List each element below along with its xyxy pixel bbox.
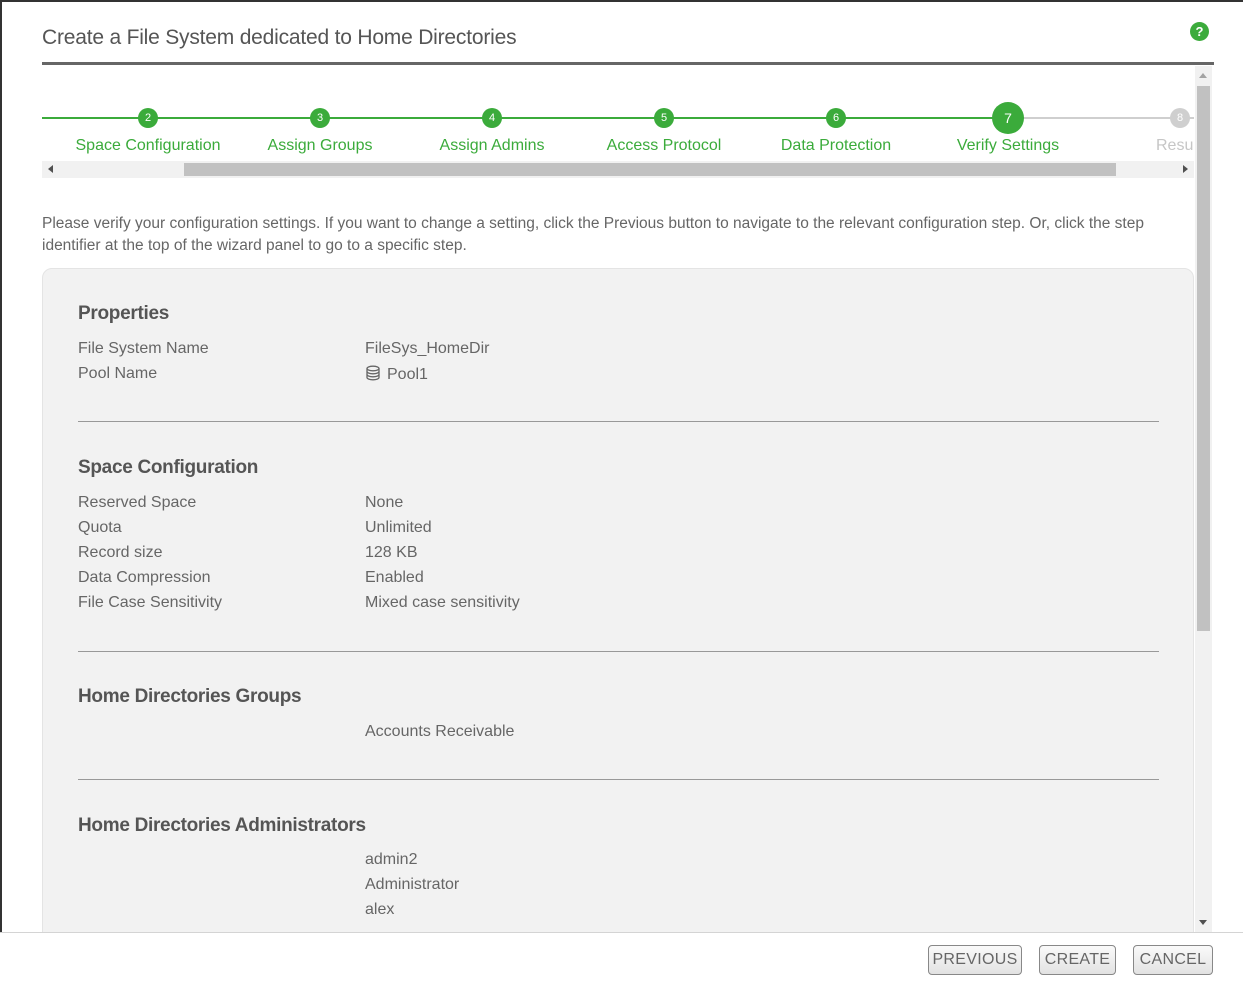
stepper-horizontal-scrollbar[interactable] bbox=[42, 161, 1194, 178]
pool-name-value: Pool1 bbox=[365, 365, 428, 384]
space-configuration-heading: Space Configuration bbox=[78, 457, 259, 478]
scroll-down-arrow-icon[interactable] bbox=[1199, 920, 1207, 925]
step-3-label[interactable]: Assign Groups bbox=[268, 137, 373, 155]
file-system-name-value: FileSys_HomeDir bbox=[365, 340, 490, 357]
step-2-label[interactable]: Space Configuration bbox=[76, 137, 221, 155]
administrator-item: Administrator bbox=[365, 876, 460, 893]
home-directories-groups-heading: Home Directories Groups bbox=[78, 686, 302, 707]
home-directories-administrators-heading: Home Directories Administrators bbox=[78, 815, 366, 836]
record-size-value: 128 KB bbox=[365, 544, 418, 561]
data-compression-label: Data Compression bbox=[78, 569, 211, 586]
step-7-marker[interactable]: 7 bbox=[992, 102, 1024, 134]
wizard-title: Create a File System dedicated to Home D… bbox=[42, 26, 517, 49]
database-icon bbox=[365, 365, 381, 381]
reserved-space-value: None bbox=[365, 494, 404, 511]
create-button[interactable]: CREATE bbox=[1039, 945, 1116, 975]
step-progress-line bbox=[42, 117, 1000, 119]
step-remaining-line bbox=[1008, 117, 1194, 119]
previous-button[interactable]: PREVIOUS bbox=[928, 945, 1022, 975]
summary-panel bbox=[42, 268, 1194, 968]
cancel-button[interactable]: CANCEL bbox=[1133, 945, 1213, 975]
pool-name-label: Pool Name bbox=[78, 365, 158, 382]
quota-label: Quota bbox=[78, 519, 122, 536]
scroll-left-arrow-icon[interactable] bbox=[48, 165, 53, 173]
quota-value: Unlimited bbox=[365, 519, 432, 536]
step-7-label[interactable]: Verify Settings bbox=[957, 137, 1059, 155]
section-divider bbox=[78, 779, 1159, 780]
vertical-scroll-thumb[interactable] bbox=[1197, 86, 1210, 631]
step-4-marker[interactable]: 4 bbox=[482, 108, 502, 128]
file-system-name-label: File System Name bbox=[78, 340, 209, 357]
wizard-footer: PREVIOUS CREATE CANCEL bbox=[0, 933, 1243, 981]
question-mark-icon[interactable]: ? bbox=[1190, 22, 1209, 41]
title-divider bbox=[42, 62, 1214, 65]
step-8-label[interactable]: Resul bbox=[1156, 137, 1194, 155]
scroll-up-arrow-icon[interactable] bbox=[1199, 73, 1207, 78]
file-case-sensitivity-label: File Case Sensitivity bbox=[78, 594, 223, 611]
pool-name-text: Pool1 bbox=[387, 366, 428, 383]
vertical-scrollbar[interactable] bbox=[1195, 66, 1212, 932]
administrator-item: admin2 bbox=[365, 851, 418, 868]
horizontal-scroll-thumb[interactable] bbox=[184, 163, 1116, 176]
step-4-label[interactable]: Assign Admins bbox=[440, 137, 545, 155]
scroll-right-arrow-icon[interactable] bbox=[1183, 165, 1188, 173]
step-8-marker[interactable]: 8 bbox=[1170, 108, 1190, 128]
step-3-marker[interactable]: 3 bbox=[310, 108, 330, 128]
administrator-item: alex bbox=[365, 901, 395, 918]
group-item: Accounts Receivable bbox=[365, 723, 515, 740]
file-case-sensitivity-value: Mixed case sensitivity bbox=[365, 594, 520, 611]
section-divider bbox=[78, 651, 1159, 652]
step-6-label[interactable]: Data Protection bbox=[781, 137, 891, 155]
instructions-text: Please verify your configuration setting… bbox=[42, 215, 1144, 254]
step-5-label[interactable]: Access Protocol bbox=[607, 137, 722, 155]
step-5-marker[interactable]: 5 bbox=[654, 108, 674, 128]
properties-heading: Properties bbox=[78, 303, 169, 324]
wizard-stepper: 2 Space Configuration 3 Assign Groups 4 … bbox=[42, 95, 1194, 157]
step-2-marker[interactable]: 2 bbox=[138, 108, 158, 128]
reserved-space-label: Reserved Space bbox=[78, 494, 197, 511]
record-size-label: Record size bbox=[78, 544, 163, 561]
step-6-marker[interactable]: 6 bbox=[826, 108, 846, 128]
data-compression-value: Enabled bbox=[365, 569, 424, 586]
section-divider bbox=[78, 421, 1159, 422]
